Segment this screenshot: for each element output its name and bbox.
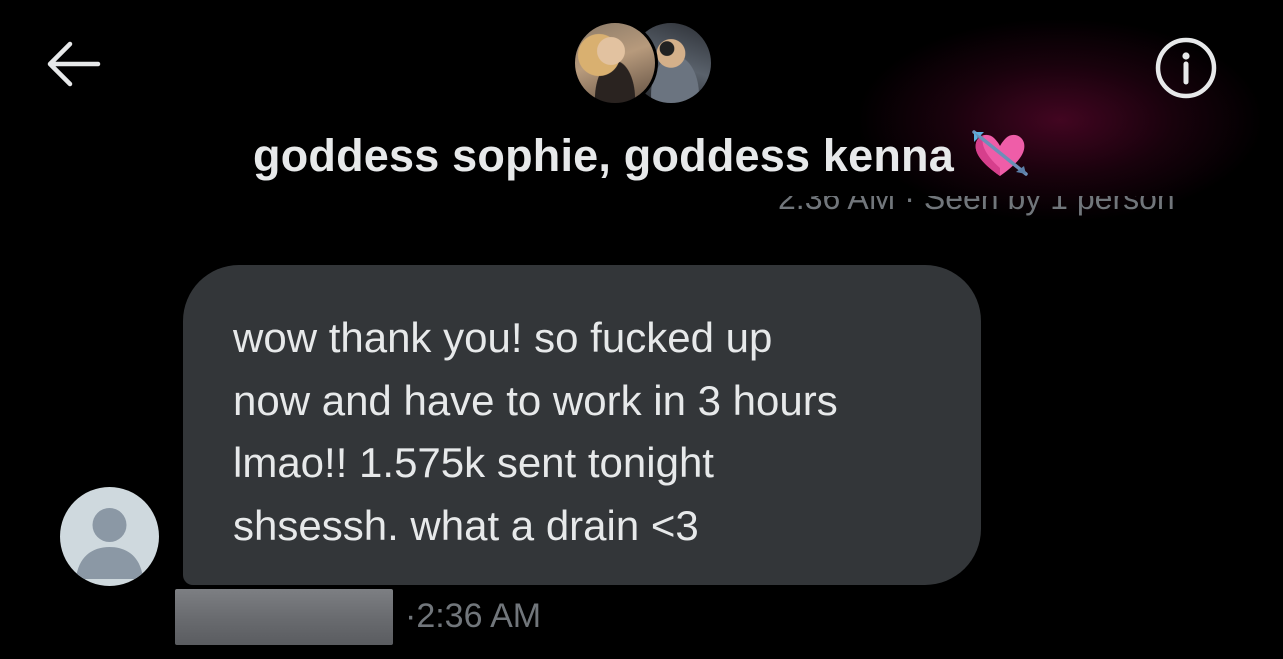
message-bubble[interactable]: wow thank you! so fucked up now and have…	[183, 265, 981, 585]
arrow-left-icon	[47, 41, 101, 87]
default-user-icon	[76, 508, 143, 579]
message-text-line: shsessh. what a drain <3	[233, 501, 699, 549]
conversation-info-button[interactable]	[1152, 34, 1220, 102]
group-avatars[interactable]	[572, 20, 714, 106]
message-text-line: lmao!! 1.575k sent tonight	[233, 439, 714, 486]
heart-with-arrow-icon	[972, 130, 1028, 176]
message-text-line: now and have to work in 3 hours	[233, 376, 838, 424]
conversation-header[interactable]: goddess sophie, goddess kenna	[0, 128, 1283, 184]
seen-status-text: 2:36 AM · Seen by 1 person	[778, 196, 1175, 216]
message-timestamp: 2:36 AM	[416, 597, 542, 635]
seen-status: 2:36 AM · Seen by 1 person	[760, 196, 1240, 220]
conversation-title: goddess sophie, goddess kenna	[253, 130, 954, 181]
message-text-line: wow thank you! so fucked up	[233, 314, 773, 361]
message-meta: ·2:36 AM	[405, 597, 541, 636]
dm-conversation-screen: goddess sophie, goddess kenna 2:36 AM · …	[0, 0, 1283, 659]
meta-separator: ·	[405, 597, 417, 635]
info-icon	[1155, 37, 1217, 99]
sender-avatar[interactable]	[60, 487, 159, 586]
avatar	[572, 20, 658, 106]
back-button[interactable]	[40, 36, 104, 92]
redacted-sender-name	[175, 589, 393, 645]
